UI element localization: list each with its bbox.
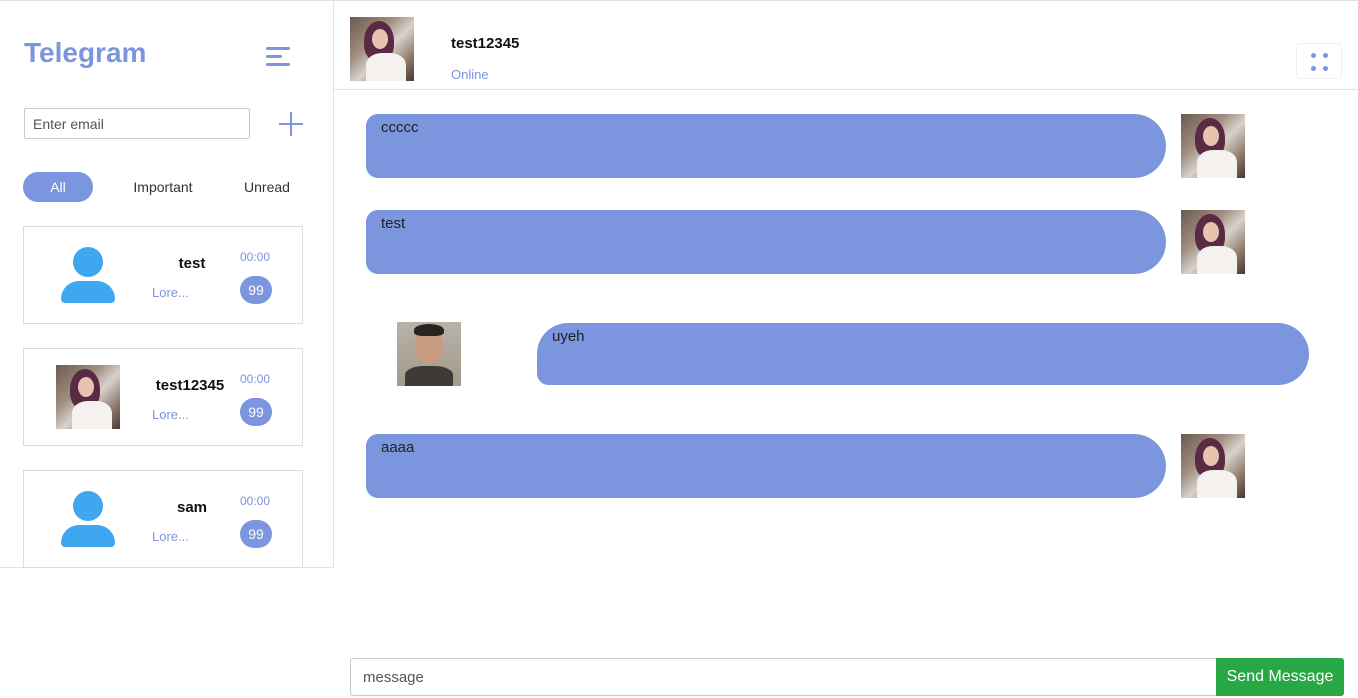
contact-preview: Lore... bbox=[152, 529, 189, 544]
avatar bbox=[1181, 434, 1245, 498]
chat-contact-name: test12345 bbox=[451, 35, 520, 52]
message-bubble: ccccc bbox=[366, 114, 1166, 178]
tab-unread[interactable]: Unread bbox=[237, 172, 297, 202]
contact-name: sam bbox=[176, 499, 208, 516]
contact-name: test bbox=[178, 255, 206, 272]
avatar bbox=[1181, 114, 1245, 178]
unread-badge: 99 bbox=[240, 398, 272, 426]
tab-all[interactable]: All bbox=[23, 172, 93, 202]
unread-badge: 99 bbox=[240, 276, 272, 304]
contact-preview: Lore... bbox=[152, 285, 189, 300]
add-contact-icon[interactable] bbox=[278, 111, 304, 137]
send-message-button[interactable]: Send Message bbox=[1216, 658, 1344, 696]
tab-important[interactable]: Important bbox=[123, 172, 203, 202]
contact-item-sam[interactable]: sam Lore... 00:00 99 bbox=[23, 470, 303, 568]
brand-title: Telegram bbox=[24, 37, 147, 68]
more-options-icon[interactable] bbox=[1296, 43, 1342, 79]
contact-time: 00:00 bbox=[240, 494, 271, 508]
message-bubble: test bbox=[366, 210, 1166, 274]
contact-time: 00:00 bbox=[240, 372, 271, 386]
user-icon bbox=[56, 243, 120, 307]
avatar bbox=[350, 17, 414, 81]
contact-item-test12345[interactable]: test12345 Lore... 00:00 99 bbox=[23, 348, 303, 446]
sidebar: Telegram All Important Unread test Lore.… bbox=[0, 0, 334, 568]
contact-preview: Lore... bbox=[152, 407, 189, 422]
chat-header: test12345 Online bbox=[334, 0, 1358, 90]
contact-time: 00:00 bbox=[240, 250, 271, 264]
message-bubble: uyeh bbox=[537, 323, 1309, 385]
contact-name: test12345 bbox=[155, 377, 225, 394]
avatar bbox=[56, 365, 120, 429]
user-icon bbox=[56, 487, 120, 551]
avatar bbox=[1181, 210, 1245, 274]
telegram-app: Telegram All Important Unread test Lore.… bbox=[0, 0, 1358, 698]
message-input[interactable] bbox=[350, 658, 1216, 696]
contact-item-test[interactable]: test Lore... 00:00 99 bbox=[23, 226, 303, 324]
menu-icon[interactable] bbox=[264, 45, 292, 69]
chat-status: Online bbox=[451, 67, 489, 82]
message-bubble: aaaa bbox=[366, 434, 1166, 498]
unread-badge: 99 bbox=[240, 520, 272, 548]
avatar bbox=[397, 322, 461, 386]
email-search-input[interactable] bbox=[24, 108, 250, 139]
filter-tabs: All Important Unread bbox=[23, 172, 313, 202]
